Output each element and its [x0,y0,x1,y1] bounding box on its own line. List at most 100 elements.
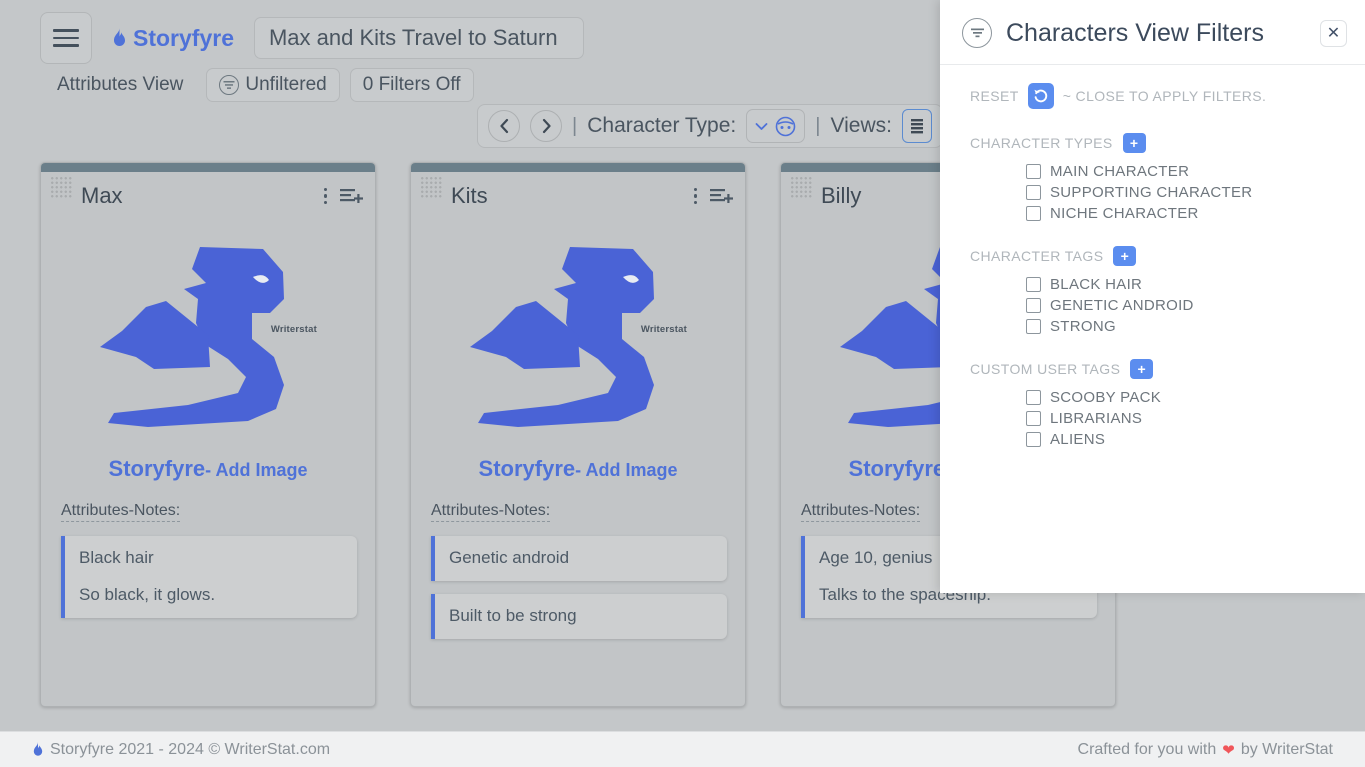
card-title[interactable]: Kits [451,183,694,209]
list-view-icon [909,117,925,135]
footer-credit-pre: Crafted for you with [1078,741,1217,759]
card-header-actions [694,187,733,205]
footer-copyright-text: Storyfyre 2021 - 2024 © WriterStat.com [50,741,330,759]
close-icon[interactable]: ✕ [1320,20,1347,47]
card-drag-handle[interactable] [790,176,812,198]
flame-icon [112,28,127,49]
chevron-down-icon [755,122,768,131]
reset-label: RESET [970,88,1019,104]
reset-hint: ~ CLOSE TO APPLY FILTERS. [1063,88,1267,104]
filter-group-character-tags: CHARACTER TAGS + BLACK HAIR GENETIC ANDR… [940,222,1365,335]
filter-option-label: SCOOBY PACK [1050,389,1161,406]
checkbox-icon[interactable] [1026,432,1041,447]
filter-option-label: GENETIC ANDROID [1050,297,1194,314]
notes-list: Black hair So black, it glows. [41,522,375,618]
filter-option[interactable]: BLACK HAIR [1026,276,1365,293]
card-image-area[interactable]: Writerstat [411,212,745,462]
brand-label: Storyfyre [133,25,234,52]
dragon-placeholder-icon [458,227,698,447]
filter-group-title: CHARACTER TAGS [970,248,1103,264]
flame-icon [32,742,44,758]
views-label: Views: [830,114,891,138]
attributes-view-label[interactable]: Attributes View [44,68,196,102]
filter-option[interactable]: NICHE CHARACTER [1026,205,1365,222]
nav-divider-1: | [572,115,577,138]
filter-option[interactable]: LIBRARIANS [1026,410,1365,427]
card-menu-icon[interactable] [694,188,697,204]
character-card[interactable]: Max Writers [40,162,376,707]
filter-group-header: CHARACTER TAGS + [970,246,1365,266]
prev-character-button[interactable] [488,110,520,142]
note-line: Built to be strong [449,605,713,627]
filter-option-label: MAIN CHARACTER [1050,163,1189,180]
card-image-area[interactable]: Writerstat [41,212,375,462]
checkbox-icon[interactable] [1026,411,1041,426]
filter-option-list: SCOOBY PACK LIBRARIANS ALIENS [1026,389,1365,448]
brand-logo[interactable]: Storyfyre [112,25,234,52]
hamburger-menu-button[interactable] [40,12,92,64]
character-type-select[interactable] [746,109,805,143]
reset-row: RESET ~ CLOSE TO APPLY FILTERS. [940,65,1365,109]
checkbox-icon[interactable] [1026,390,1041,405]
filter-group-title: CUSTOM USER TAGS [970,361,1120,377]
add-character-tag-button[interactable]: + [1113,246,1136,266]
add-custom-user-tag-button[interactable]: + [1130,359,1153,379]
checkbox-icon[interactable] [1026,298,1041,313]
filter-option[interactable]: SUPPORTING CHARACTER [1026,184,1365,201]
filter-group-character-types: CHARACTER TYPES + MAIN CHARACTER SUPPORT… [940,109,1365,222]
note-line: Genetic android [449,547,713,569]
card-drag-handle[interactable] [50,176,72,198]
filter-option-label: BLACK HAIR [1050,276,1142,293]
note-line: So black, it glows. [79,584,343,606]
note-item[interactable]: Black hair So black, it glows. [61,536,357,618]
story-title-field[interactable]: Max and Kits Travel to Saturn [254,17,584,59]
add-image-action: - Add Image [205,460,307,480]
card-top-accent-bar [41,163,375,172]
checkbox-icon[interactable] [1026,277,1041,292]
card-title[interactable]: Max [81,183,324,209]
add-note-icon[interactable] [709,187,733,205]
filter-group-title: CHARACTER TYPES [970,135,1113,151]
checkbox-icon[interactable] [1026,164,1041,179]
card-menu-icon[interactable] [324,188,327,204]
filter-option-label: ALIENS [1050,431,1105,448]
card-header: Kits [411,172,745,212]
character-card[interactable]: Kits Writer [410,162,746,707]
add-note-icon[interactable] [339,187,363,205]
filter-option[interactable]: MAIN CHARACTER [1026,163,1365,180]
card-header: Max [41,172,375,212]
views-toggle-button[interactable] [902,109,932,143]
filter-option[interactable]: ALIENS [1026,431,1365,448]
next-character-button[interactable] [530,110,562,142]
face-icon [775,116,796,137]
reset-button[interactable] [1028,83,1054,109]
filter-option[interactable]: STRONG [1026,318,1365,335]
card-top-accent-bar [411,163,745,172]
note-item[interactable]: Genetic android [431,536,727,581]
chevron-left-icon [498,118,511,134]
attributes-notes-label: Attributes-Notes: [801,502,920,522]
add-image-action: - Add Image [575,460,677,480]
filter-icon [962,18,992,48]
undo-icon [1033,88,1049,104]
note-item[interactable]: Built to be strong [431,594,727,639]
character-nav-box: | Character Type: | Views: [477,104,943,148]
image-watermark: Writerstat [641,324,687,335]
filter-status-button[interactable]: Unfiltered [206,68,339,102]
filter-option-label: STRONG [1050,318,1116,335]
filter-option-label: LIBRARIANS [1050,410,1142,427]
filter-option[interactable]: GENETIC ANDROID [1026,297,1365,314]
heart-icon: ❤ [1222,741,1235,759]
note-line: Black hair [79,547,343,569]
filter-option[interactable]: SCOOBY PACK [1026,389,1365,406]
footer-credit: Crafted for you with ❤ by WriterStat [1078,741,1333,759]
checkbox-icon[interactable] [1026,185,1041,200]
card-drag-handle[interactable] [420,176,442,198]
characters-view-filters-panel: Characters View Filters ✕ RESET ~ CLOSE … [940,0,1365,593]
filter-group-header: CHARACTER TYPES + [970,133,1365,153]
checkbox-icon[interactable] [1026,206,1041,221]
filters-off-button[interactable]: 0 Filters Off [350,68,474,102]
add-character-type-button[interactable]: + [1123,133,1146,153]
checkbox-icon[interactable] [1026,319,1041,334]
filter-option-label: SUPPORTING CHARACTER [1050,184,1252,201]
